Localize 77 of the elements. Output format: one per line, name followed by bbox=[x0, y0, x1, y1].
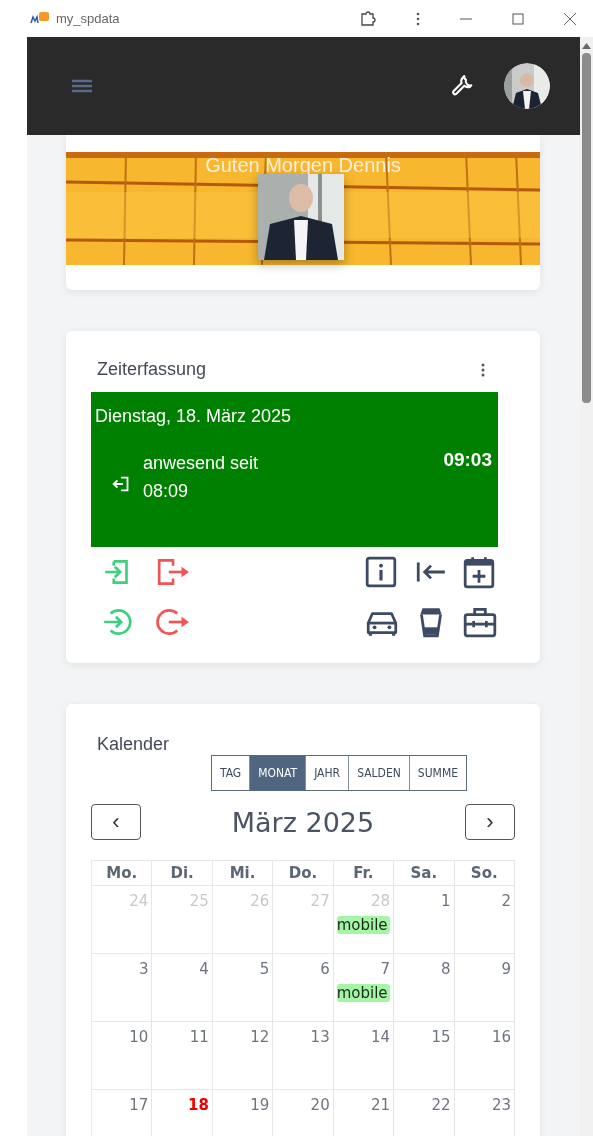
day-cell[interactable]: 14 bbox=[333, 1022, 395, 1090]
day-cell[interactable]: 3 bbox=[92, 954, 153, 1022]
extension-icon[interactable] bbox=[359, 9, 377, 28]
day-cell[interactable]: 12 bbox=[212, 1022, 274, 1090]
weekday-header: Do. bbox=[273, 861, 334, 886]
day-cell[interactable]: 21 bbox=[333, 1090, 395, 1136]
weekday-header: Fr. bbox=[333, 861, 395, 886]
card-title: Kalender bbox=[96, 734, 171, 755]
day-cell[interactable]: 20 bbox=[273, 1090, 334, 1136]
day-number: 10 bbox=[129, 1028, 149, 1046]
day-number: 4 bbox=[199, 960, 209, 978]
weekday-header: Mo. bbox=[92, 861, 153, 886]
next-button[interactable]: › bbox=[465, 804, 515, 840]
day-number: 6 bbox=[320, 960, 330, 978]
more-icon[interactable] bbox=[480, 361, 486, 378]
day-cell[interactable]: 6 bbox=[273, 954, 334, 1022]
day-cell[interactable]: 19 bbox=[212, 1090, 274, 1136]
scrollbar-thumb[interactable] bbox=[582, 53, 591, 403]
day-cell[interactable]: 18 bbox=[152, 1090, 213, 1136]
day-number: 12 bbox=[250, 1028, 270, 1046]
info-icon[interactable] bbox=[364, 555, 398, 589]
day-number: 18 bbox=[187, 1096, 209, 1114]
scrollbar[interactable] bbox=[580, 37, 593, 1136]
day-cell[interactable]: 11 bbox=[152, 1022, 213, 1090]
day-number: 11 bbox=[189, 1028, 209, 1046]
day-number: 14 bbox=[371, 1028, 391, 1046]
since-time: 08:09 bbox=[143, 480, 190, 503]
day-number: 17 bbox=[129, 1096, 149, 1114]
day-cell[interactable]: 1 bbox=[394, 886, 455, 954]
day-cell[interactable]: 4 bbox=[152, 954, 213, 1022]
day-number: 16 bbox=[491, 1028, 511, 1046]
day-number: 5 bbox=[259, 960, 270, 978]
day-number: 9 bbox=[501, 960, 511, 978]
month-title: März 2025 bbox=[231, 806, 375, 838]
day-number: 8 bbox=[441, 960, 451, 978]
day-number: 13 bbox=[310, 1028, 330, 1046]
weekday-header: Mi. bbox=[212, 861, 274, 886]
day-number: 2 bbox=[501, 892, 511, 910]
day-cell[interactable]: 9 bbox=[454, 954, 515, 1022]
current-time: 09:03 bbox=[443, 449, 492, 471]
event-tag[interactable]: mobile bbox=[336, 984, 391, 1002]
day-cell[interactable]: 17 bbox=[92, 1090, 153, 1136]
event-tag[interactable]: mobile bbox=[336, 916, 391, 934]
day-cell[interactable]: 10 bbox=[92, 1022, 153, 1090]
more-icon[interactable] bbox=[415, 10, 421, 27]
weekday-header: Sa. bbox=[394, 861, 455, 886]
day-number: 7 bbox=[380, 960, 391, 978]
day-cell[interactable]: 22 bbox=[394, 1090, 455, 1136]
weekday-header: Di. bbox=[152, 861, 213, 886]
date-text: Dienstag, 18. März 2025 bbox=[95, 406, 293, 427]
day-cell[interactable]: 16 bbox=[454, 1022, 515, 1090]
day-number: 21 bbox=[371, 1096, 391, 1114]
calendar-plus-icon[interactable] bbox=[462, 555, 496, 589]
previous-button[interactable]: ‹ bbox=[91, 804, 141, 840]
weekday-header: So. bbox=[454, 861, 515, 886]
scroll-up-icon[interactable] bbox=[582, 43, 591, 49]
view-tab[interactable]: MONAT bbox=[249, 756, 306, 790]
status-text: anwesend seit bbox=[143, 452, 259, 475]
close-icon[interactable] bbox=[563, 11, 577, 26]
day-cell[interactable]: 5 bbox=[212, 954, 274, 1022]
day-number: 15 bbox=[431, 1028, 451, 1046]
day-number: 1 bbox=[441, 892, 451, 910]
day-cell[interactable]: 13 bbox=[273, 1022, 334, 1090]
window-title: my_spdata bbox=[56, 11, 120, 26]
day-cell[interactable]: 23 bbox=[454, 1090, 515, 1136]
menu-icon[interactable] bbox=[71, 79, 93, 93]
day-number: 23 bbox=[491, 1096, 511, 1114]
briefcase-icon[interactable] bbox=[462, 605, 498, 639]
day-number: 20 bbox=[310, 1096, 330, 1114]
day-number: 22 bbox=[431, 1096, 451, 1114]
card-title: Zeiterfassung bbox=[97, 359, 207, 380]
day-cell[interactable]: 7 mobile bbox=[333, 954, 395, 1022]
day-number: 19 bbox=[250, 1096, 270, 1114]
day-cell[interactable]: 2 bbox=[454, 886, 515, 954]
day-cell[interactable]: 15 bbox=[394, 1022, 455, 1090]
day-cell[interactable]: 8 bbox=[394, 954, 455, 1022]
day-number: 3 bbox=[138, 960, 149, 978]
